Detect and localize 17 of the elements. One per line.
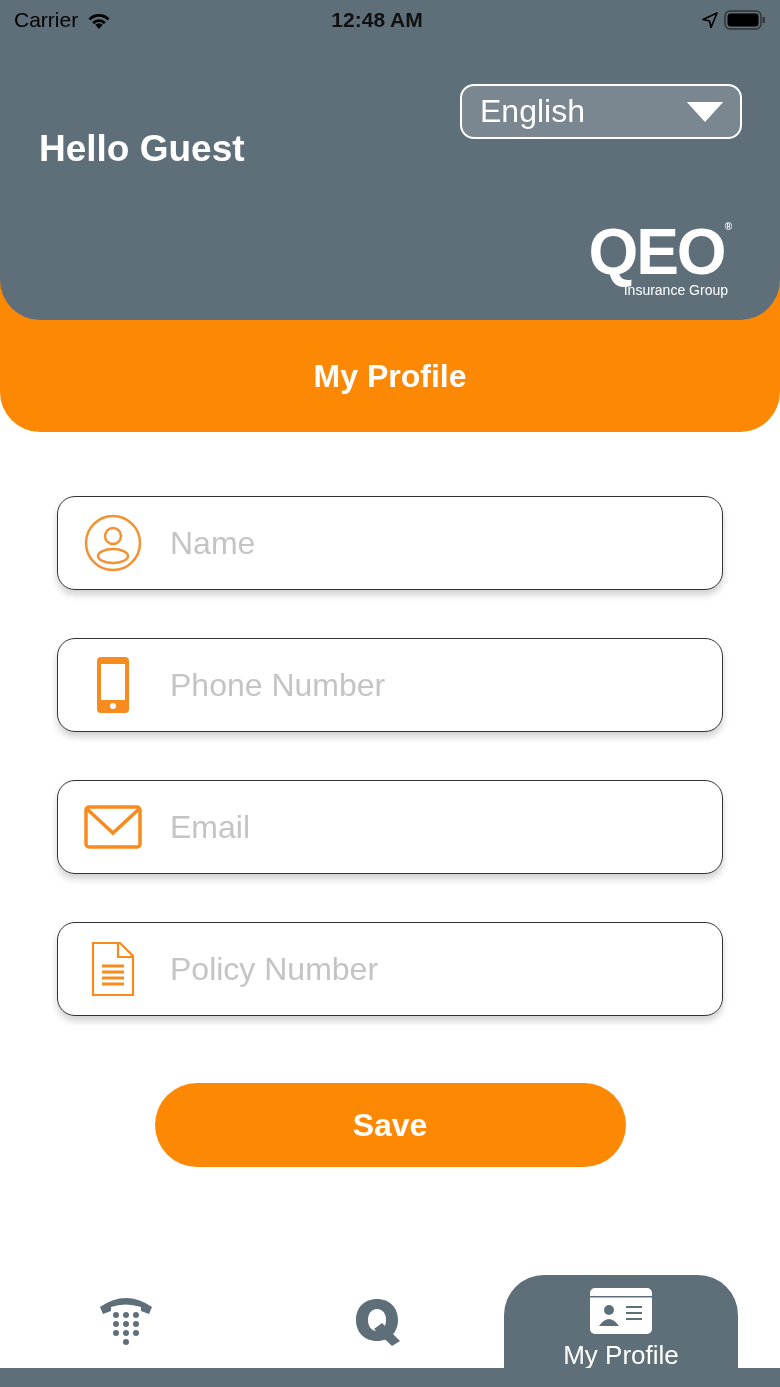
input-field[interactable]: Policy Number <box>57 922 723 1016</box>
page-title: My Profile <box>312 356 468 396</box>
input-field[interactable]: Email <box>57 780 723 874</box>
save-button[interactable]: Save <box>154 1083 626 1167</box>
greeting-text: Hello Guest <box>39 128 245 170</box>
location-arrow-icon <box>702 12 718 28</box>
q-logo-icon <box>354 1296 402 1347</box>
caret-icon <box>686 101 724 122</box>
battery-icon <box>724 10 766 30</box>
carrier-label: Carrier <box>14 8 79 32</box>
input-field[interactable]: Name <box>57 496 723 590</box>
status-time: 12:48 AM <box>330 8 424 32</box>
company-logo: QEO$^{®}$ Insurance Group <box>588 222 730 298</box>
tab-item[interactable]: My Profile <box>504 1275 738 1368</box>
language-dropdown[interactable]: English <box>460 84 742 139</box>
id-card-icon <box>590 1288 652 1334</box>
input-field[interactable]: Phone Number <box>57 638 723 732</box>
